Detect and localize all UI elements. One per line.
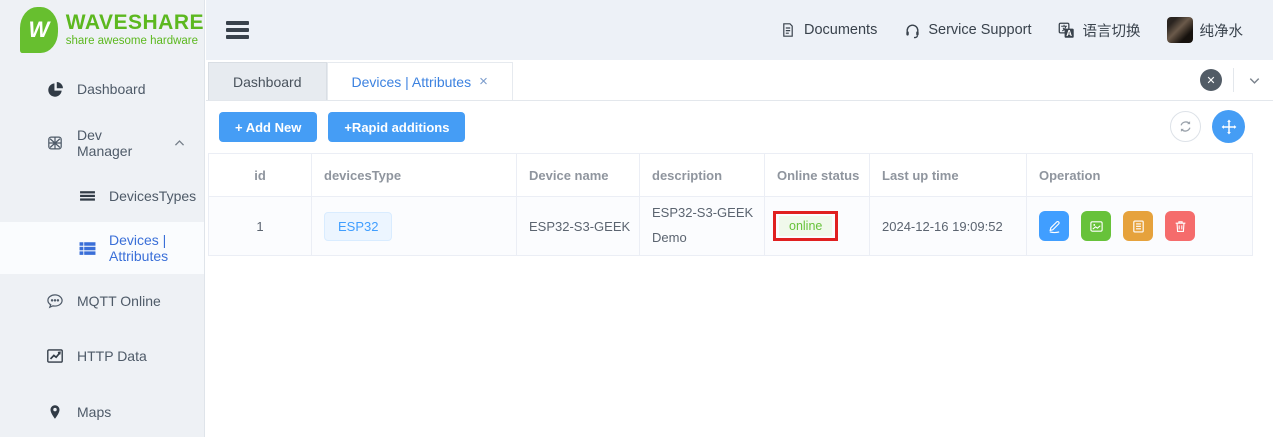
chevron-down-icon[interactable] xyxy=(1245,71,1263,89)
chart-line-icon xyxy=(46,347,64,365)
cell-id: 1 xyxy=(209,197,312,256)
caret-up-icon[interactable] xyxy=(170,134,188,152)
col-header-operation: Operation xyxy=(1027,154,1253,197)
hamburger-menu-icon[interactable] xyxy=(226,21,249,39)
refresh-icon xyxy=(1178,119,1193,134)
move-icon xyxy=(1221,119,1237,135)
main-content: + Add New +Rapid additions xyxy=(206,101,1273,437)
rapid-additions-button[interactable]: +Rapid additions xyxy=(328,112,465,142)
menu-label: Documents xyxy=(804,22,877,38)
col-header-device-name: Device name xyxy=(517,154,640,197)
col-header-last-up-time: Last up time xyxy=(870,154,1027,197)
service-support-menu[interactable]: Service Support xyxy=(903,21,1031,39)
pie-chart-icon xyxy=(46,80,64,98)
col-header-description: description xyxy=(640,154,765,197)
tab-label: Devices | Attributes xyxy=(352,74,472,90)
document-lines-icon xyxy=(1131,219,1146,234)
sidebar-item-devicestypes[interactable]: DevicesTypes xyxy=(0,170,204,222)
headset-icon xyxy=(903,21,921,39)
avatar xyxy=(1167,17,1193,43)
table-row: 1 ESP32 ESP32-S3-GEEK ESP32-S3-GEEK Demo… xyxy=(209,197,1253,256)
list-icon xyxy=(78,239,96,257)
user-menu[interactable]: 纯净水 xyxy=(1167,17,1244,43)
toolbar: + Add New +Rapid additions xyxy=(206,101,1273,153)
sidebar-item-label: DevicesTypes xyxy=(109,188,196,204)
documents-menu[interactable]: Documents xyxy=(779,21,877,39)
close-all-tabs-icon[interactable]: ✕ xyxy=(1200,69,1222,91)
menu-label: Service Support xyxy=(928,22,1031,38)
col-header-id: id xyxy=(209,154,312,197)
sidebar-item-label: Dashboard xyxy=(77,81,146,97)
app-window: W WAVESHARE share awesome hardware Dashb… xyxy=(0,0,1273,437)
waveshare-logo-icon: W xyxy=(20,7,58,53)
tab-close-icon[interactable]: × xyxy=(479,74,488,89)
top-header: Documents Service Support xyxy=(206,0,1273,60)
box-icon xyxy=(46,134,64,152)
translate-icon: A xyxy=(1058,21,1076,39)
tab-bar: Dashboard Devices | Attributes × ✕ xyxy=(206,60,1273,101)
col-header-devicestype: devicesType xyxy=(312,154,517,197)
attributes-button[interactable] xyxy=(1081,211,1111,241)
cell-operation xyxy=(1027,197,1253,256)
sidebar-item-label: MQTT Online xyxy=(77,293,161,309)
log-button[interactable] xyxy=(1123,211,1153,241)
sidebar-item-label: Devices | Attributes xyxy=(109,232,188,264)
pencil-icon xyxy=(1047,219,1062,234)
online-status-badge: online xyxy=(779,216,832,236)
brand-name: WAVESHARE xyxy=(66,12,204,34)
bars-icon xyxy=(78,187,96,205)
sidebar-item-dashboard[interactable]: Dashboard xyxy=(0,62,204,116)
sidebar-nav: Dashboard Dev Manager xyxy=(0,60,204,437)
sidebar-item-label: Maps xyxy=(77,404,111,420)
online-status-annotation: online xyxy=(773,211,838,241)
sidebar-item-maps[interactable]: Maps xyxy=(0,384,204,437)
language-switch-menu[interactable]: A 语言切换 xyxy=(1058,20,1141,41)
sidebar: W WAVESHARE share awesome hardware Dashb… xyxy=(0,0,205,437)
trash-icon xyxy=(1173,219,1188,234)
tab-devices-attributes[interactable]: Devices | Attributes × xyxy=(327,62,513,100)
table-header-row: id devicesType Device name description O… xyxy=(209,154,1253,197)
add-new-button[interactable]: + Add New xyxy=(219,112,317,142)
column-settings-button[interactable] xyxy=(1212,110,1245,143)
sidebar-item-devices-attributes[interactable]: Devices | Attributes xyxy=(0,222,204,274)
sidebar-item-label: HTTP Data xyxy=(77,348,147,364)
edit-button[interactable] xyxy=(1039,211,1069,241)
cell-online-status: online xyxy=(765,197,870,256)
divider xyxy=(1233,68,1234,92)
sidebar-item-mqtt-online[interactable]: MQTT Online xyxy=(0,274,204,328)
cell-devicestype: ESP32 xyxy=(312,197,517,256)
sidebar-item-label: Dev Manager xyxy=(77,127,157,159)
chat-icon xyxy=(46,292,64,310)
username: 纯净水 xyxy=(1200,20,1244,41)
brand-tagline: share awesome hardware xyxy=(66,35,204,47)
description-text: ESP32-S3-GEEK Demo xyxy=(652,201,764,250)
delete-button[interactable] xyxy=(1165,211,1195,241)
devices-table: id devicesType Device name description O… xyxy=(208,153,1253,256)
cell-description: ESP32-S3-GEEK Demo xyxy=(640,197,765,256)
sidebar-item-http-data[interactable]: HTTP Data xyxy=(0,328,204,384)
brand-logo: W WAVESHARE share awesome hardware xyxy=(0,0,204,60)
tab-label: Dashboard xyxy=(233,74,302,90)
cell-device-name: ESP32-S3-GEEK xyxy=(517,197,640,256)
tab-dashboard[interactable]: Dashboard xyxy=(208,62,327,100)
sidebar-item-dev-manager[interactable]: Dev Manager xyxy=(0,116,204,170)
menu-label: 语言切换 xyxy=(1083,20,1141,41)
refresh-button[interactable] xyxy=(1170,111,1201,142)
col-header-online-status: Online status xyxy=(765,154,870,197)
svg-text:A: A xyxy=(1066,28,1072,37)
map-pin-icon xyxy=(46,403,64,421)
document-icon xyxy=(779,21,797,39)
cell-last-up-time: 2024-12-16 19:09:52 xyxy=(870,197,1027,256)
image-card-icon xyxy=(1089,219,1104,234)
device-type-badge[interactable]: ESP32 xyxy=(324,212,392,241)
